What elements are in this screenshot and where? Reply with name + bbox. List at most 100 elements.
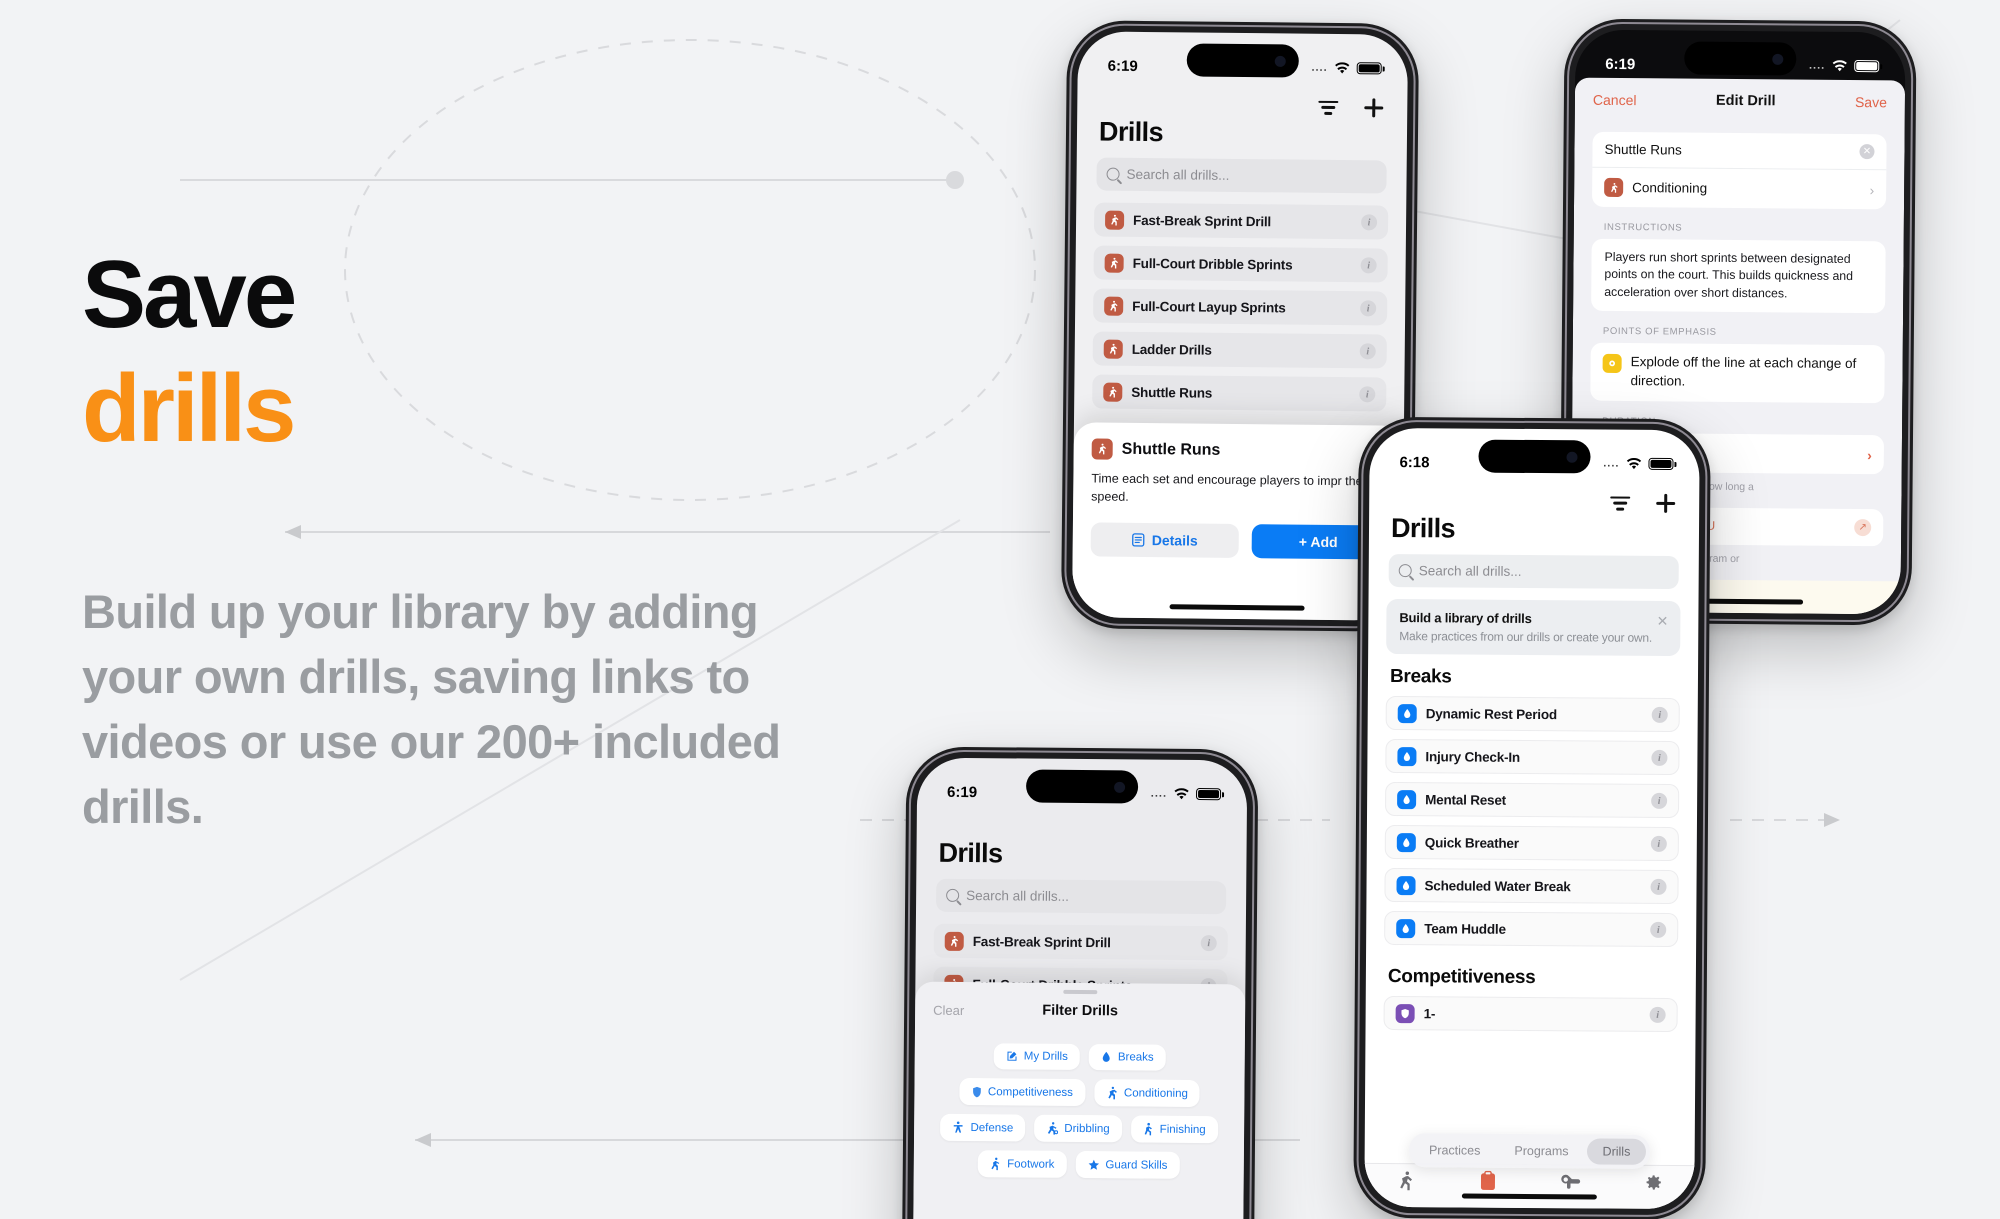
drill-category-value: Conditioning (1632, 180, 1708, 196)
chevron-right-icon: › (1869, 181, 1875, 198)
filter-chip[interactable]: Footwork (978, 1150, 1067, 1178)
drill-item-label: Dynamic Rest Period (1425, 705, 1558, 722)
clear-button[interactable]: Clear (933, 1002, 964, 1017)
signal-icon: .... (1808, 59, 1826, 72)
details-button[interactable]: Details (1090, 521, 1239, 558)
dynamic-island (1025, 769, 1139, 804)
signal-icon: .... (1311, 61, 1328, 74)
drill-category-row[interactable]: Conditioning › (1592, 166, 1887, 210)
segment-programs[interactable]: Programs (1498, 1138, 1584, 1165)
filter-chip-label: Breaks (1117, 1051, 1154, 1064)
link-open-icon[interactable]: ↗ (1854, 519, 1872, 537)
drill-list-item[interactable]: Dynamic Rest Period i (1385, 695, 1680, 733)
info-icon[interactable]: i (1651, 749, 1668, 766)
drill-name-field[interactable]: Shuttle Runs ✕ (1592, 132, 1886, 170)
phone3-section-breaks: Breaks (1389, 666, 1452, 688)
wifi-icon (1335, 61, 1350, 73)
drill-list-item[interactable]: Fast-Break Sprint Drill i (1093, 202, 1389, 240)
search-input[interactable]: Search all drills... (1388, 553, 1679, 590)
drill-list-item[interactable]: Ladder Drills i (1092, 331, 1387, 369)
drill-list-item[interactable]: Mental Reset i (1385, 781, 1680, 819)
signal-icon: .... (1603, 457, 1620, 470)
plus-icon[interactable] (1656, 494, 1675, 513)
promo-title: Build a library of drills (1399, 610, 1532, 626)
info-icon[interactable]: i (1651, 792, 1668, 809)
emphasis-card[interactable]: Explode off the line at each change of d… (1590, 343, 1885, 404)
star-icon (1087, 1159, 1099, 1171)
info-icon[interactable]: i (1650, 921, 1667, 938)
drill-list-item[interactable]: Scheduled Water Break i (1384, 867, 1679, 905)
info-icon[interactable]: i (1360, 257, 1377, 274)
filter-chip[interactable]: Guard Skills (1075, 1150, 1180, 1179)
search-input[interactable]: Search all drills... (1096, 157, 1387, 194)
drill-item-label: Injury Check-In (1425, 748, 1521, 765)
conditioning-icon (1104, 296, 1124, 316)
signal-icon: .... (1150, 787, 1168, 800)
droplet-icon (1101, 1051, 1112, 1063)
filter-chip-label: Competitiveness (987, 1085, 1074, 1099)
finish-icon (1143, 1122, 1154, 1136)
info-icon[interactable]: i (1359, 343, 1376, 360)
info-icon[interactable]: i (1650, 878, 1667, 895)
filter-chip[interactable]: My Drills (993, 1043, 1081, 1070)
front-camera-icon (1566, 451, 1578, 463)
drill-list-item[interactable]: Shuttle Runs i (1092, 374, 1387, 412)
filter-chip[interactable]: Conditioning (1093, 1079, 1201, 1108)
info-icon[interactable]: i (1649, 1006, 1666, 1023)
drill-list-item[interactable]: Team Huddle i (1384, 910, 1679, 948)
drill-list-item[interactable]: Full-Court Layup Sprints i (1093, 288, 1388, 326)
filter-chip[interactable]: Finishing (1130, 1115, 1218, 1144)
info-icon[interactable]: i (1650, 835, 1667, 852)
plus-icon[interactable] (1364, 98, 1383, 117)
search-input[interactable]: Search all drills... (936, 878, 1227, 915)
status-time: 6:18 (1399, 453, 1430, 471)
drill-item-label: Fast-Break Sprint Drill (972, 933, 1111, 950)
whistle-icon[interactable] (1560, 1171, 1581, 1192)
drill-list-item[interactable]: Full-Court Dribble Sprints i (1093, 245, 1388, 283)
emphasis-icon (1602, 354, 1622, 374)
filter-chip[interactable]: Defense (940, 1113, 1026, 1142)
info-icon[interactable]: i (1360, 300, 1377, 317)
phone4-screen: 6:19 .... Drills Search all drills... Fa… (912, 757, 1248, 1219)
battery-icon (1356, 62, 1382, 75)
pencil-square-icon (1006, 1050, 1018, 1062)
emphasis-label: POINTS OF EMPHASIS (1602, 326, 1717, 339)
phone1-nav-actions (1077, 89, 1407, 117)
runner-icon[interactable] (1395, 1170, 1416, 1191)
clipboard-icon[interactable] (1478, 1170, 1499, 1192)
instructions-card[interactable]: Players run short sprints between design… (1591, 238, 1886, 314)
info-icon[interactable]: i (1200, 935, 1217, 952)
filter-chip[interactable]: Competitiveness (958, 1077, 1086, 1107)
drill-list-item[interactable]: Injury Check-In i (1385, 738, 1680, 776)
drill-action-sheet: Shuttle Runs Time each set and encourage… (1071, 422, 1404, 621)
sheet-body: Time each set and encourage players to i… (1091, 471, 1370, 504)
shield-icon (971, 1086, 982, 1098)
filter-icon[interactable] (1610, 496, 1631, 511)
info-icon[interactable]: i (1361, 214, 1378, 231)
filter-chip[interactable]: Breaks (1088, 1044, 1166, 1071)
save-button[interactable]: Save (1855, 94, 1887, 110)
cancel-button[interactable]: Cancel (1593, 92, 1637, 108)
drill-list-item[interactable]: Quick Breather i (1384, 824, 1679, 862)
drill-item-label: Full-Court Layup Sprints (1132, 298, 1286, 315)
filter-icon[interactable] (1318, 100, 1339, 115)
drill-list-item[interactable]: Fast-Break Sprint Drill i (933, 923, 1228, 961)
front-camera-icon (1274, 55, 1286, 67)
info-icon[interactable]: i (1359, 386, 1376, 403)
dribble-icon (1046, 1122, 1059, 1135)
promo-subtitle: Make practices from our drills or create… (1399, 629, 1653, 645)
headline-line-2: drills (82, 355, 296, 463)
conditioning-icon (1604, 177, 1624, 197)
clear-icon[interactable]: ✕ (1859, 144, 1875, 160)
segment-drills[interactable]: Drills (1586, 1138, 1647, 1165)
promo-canvas: Save drills Build up your library by add… (0, 0, 2000, 1219)
search-icon (1398, 564, 1412, 578)
drill-list-item[interactable]: 1- i (1383, 995, 1678, 1033)
gear-icon[interactable] (1643, 1172, 1664, 1193)
filter-chip[interactable]: Dribbling (1034, 1114, 1122, 1143)
info-icon[interactable]: i (1651, 706, 1668, 723)
drill-name-card: Shuttle Runs ✕ Conditioning › (1592, 131, 1887, 210)
segment-practices[interactable]: Practices (1413, 1137, 1497, 1164)
drill-item-label: Shuttle Runs (1131, 384, 1213, 401)
close-icon[interactable]: ✕ (1657, 613, 1669, 630)
